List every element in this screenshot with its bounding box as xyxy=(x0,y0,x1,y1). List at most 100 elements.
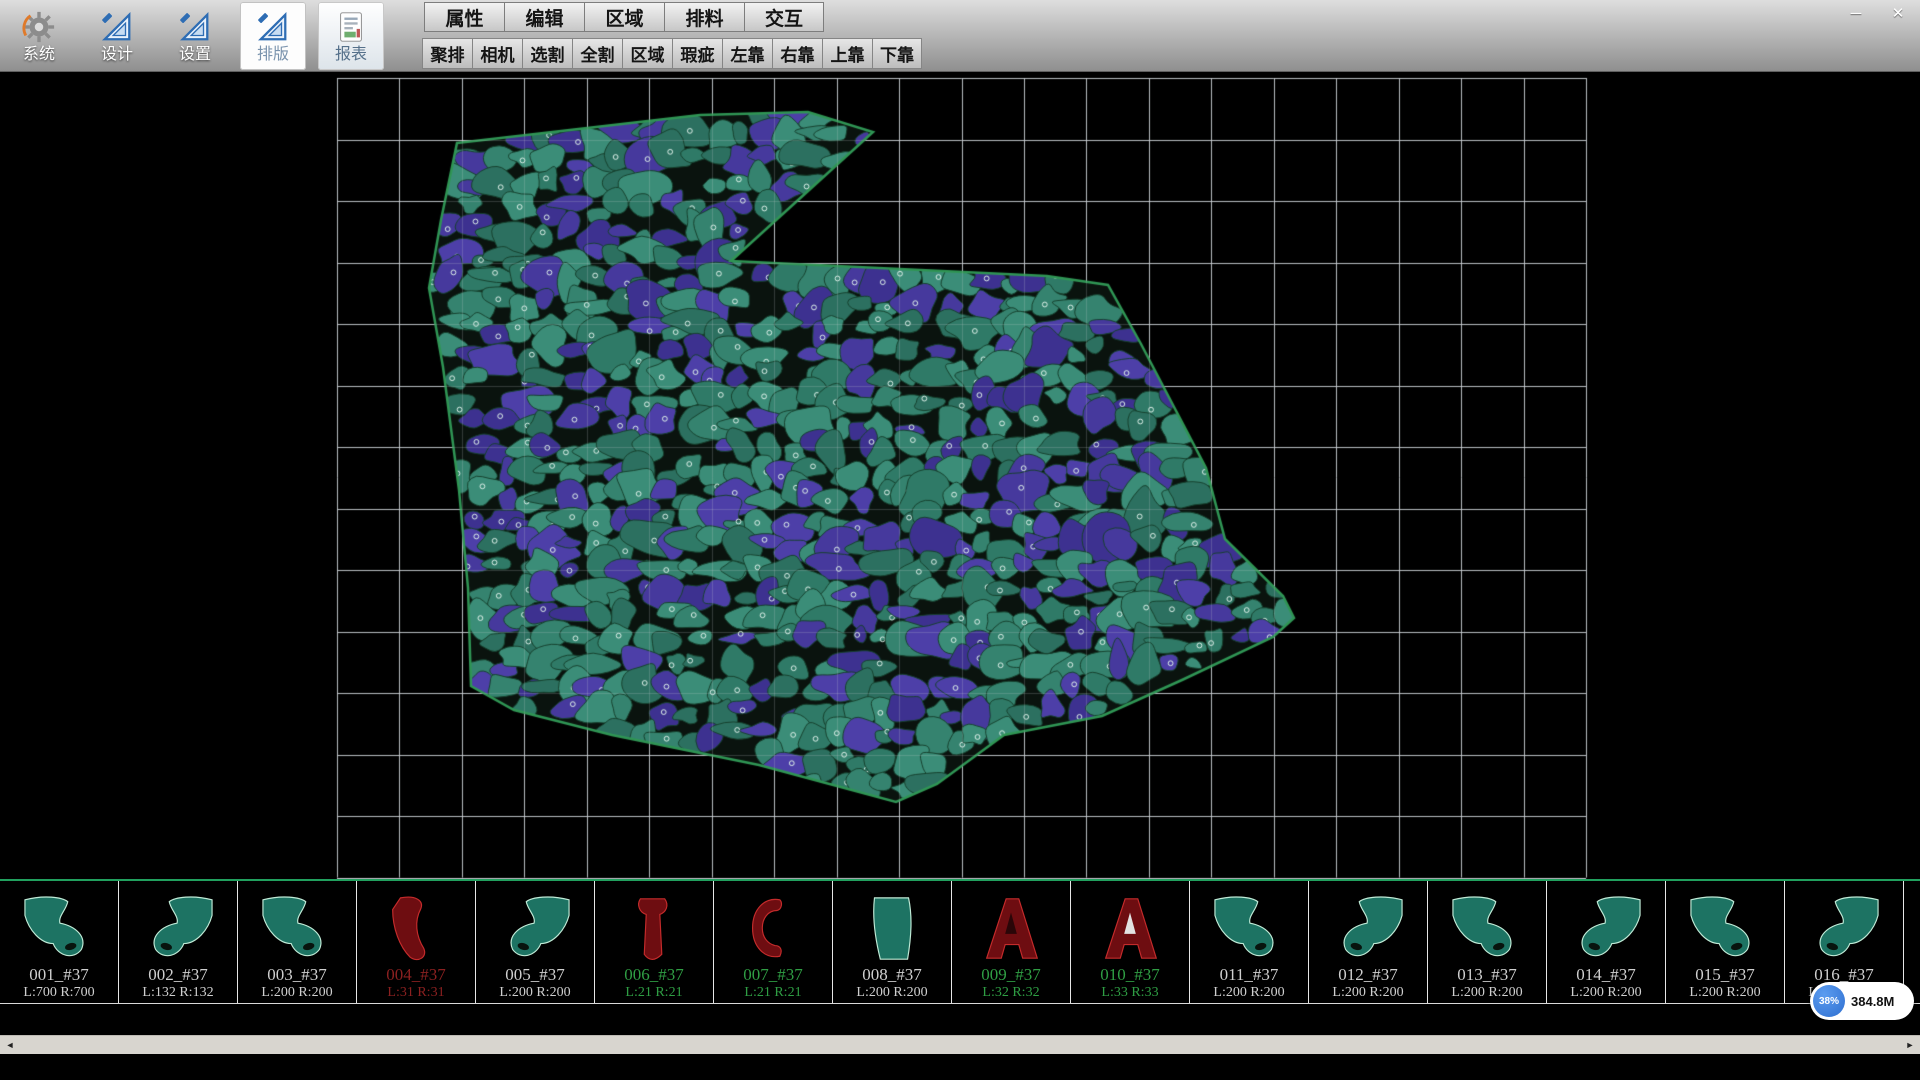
nav-system-label: 系统 xyxy=(23,46,55,63)
menu-item[interactable]: 编辑 xyxy=(504,2,584,32)
nav-system[interactable]: 系统 xyxy=(6,2,72,70)
part-lr-count: L:200 R:200 xyxy=(1570,985,1641,1001)
part-name: 015_#37 xyxy=(1695,965,1755,985)
part-lr-count: L:33 R:33 xyxy=(1101,985,1158,1001)
tool-item[interactable]: 区域 xyxy=(622,38,672,69)
part-shape xyxy=(723,893,823,965)
memory-value: 384.8M xyxy=(1851,994,1894,1009)
nav-report-label: 报表 xyxy=(335,46,367,63)
memory-meter: 38% 384.8M xyxy=(1810,982,1914,1020)
part-name: 002_#37 xyxy=(148,965,208,985)
part-thumbnail[interactable]: 005_#37 L:200 R:200 xyxy=(476,881,595,1003)
part-name: 014_#37 xyxy=(1576,965,1636,985)
part-shape xyxy=(485,893,585,965)
tool-item[interactable]: 上靠 xyxy=(822,38,872,69)
part-lr-count: L:200 R:200 xyxy=(1689,985,1760,1001)
part-lr-count: L:700 R:700 xyxy=(23,985,94,1001)
part-thumbnail[interactable]: 007_#37 L:21 R:21 xyxy=(714,881,833,1003)
part-thumbnail[interactable]: 006_#37 L:21 R:21 xyxy=(595,881,714,1003)
part-thumbnail[interactable]: 015_#37 L:200 R:200 xyxy=(1666,881,1785,1003)
part-thumbnail[interactable]: 008_#37 L:200 R:200 xyxy=(833,881,952,1003)
part-lr-count: L:31 R:31 xyxy=(387,985,444,1001)
part-thumbnail[interactable]: 010_#37 L:33 R:33 xyxy=(1071,881,1190,1003)
nav-nesting-label: 排版 xyxy=(257,46,289,63)
part-thumbnail[interactable]: 004_#37 L:31 R:31 xyxy=(357,881,476,1003)
menu-item[interactable]: 交互 xyxy=(744,2,824,32)
set-square-icon xyxy=(256,10,290,44)
part-name: 013_#37 xyxy=(1457,965,1517,985)
nav-settings[interactable]: 设置 xyxy=(162,2,228,70)
minimize-button[interactable]: ─ xyxy=(1844,3,1868,23)
tool-item[interactable]: 瑕疵 xyxy=(672,38,722,69)
part-shape xyxy=(247,893,347,965)
report-icon xyxy=(334,10,368,44)
part-name: 001_#37 xyxy=(29,965,89,985)
nav-design[interactable]: 设计 xyxy=(84,2,150,70)
close-button[interactable]: ✕ xyxy=(1886,3,1910,23)
part-lr-count: L:21 R:21 xyxy=(744,985,801,1001)
nav-report[interactable]: 报表 xyxy=(318,2,384,70)
part-thumbnail[interactable]: 003_#37 L:200 R:200 xyxy=(238,881,357,1003)
nesting-canvas[interactable] xyxy=(0,72,1920,879)
nav-settings-label: 设置 xyxy=(179,46,211,63)
part-name: 009_#37 xyxy=(981,965,1041,985)
part-shape xyxy=(961,893,1061,965)
nav-nesting[interactable]: 排版 xyxy=(240,2,306,70)
progress-ring: 38% xyxy=(1813,985,1845,1017)
part-lr-count: L:200 R:200 xyxy=(856,985,927,1001)
part-shape xyxy=(1437,893,1537,965)
part-shape xyxy=(1080,893,1180,965)
part-shape xyxy=(9,893,109,965)
part-thumbnail[interactable]: 013_#37 L:200 R:200 xyxy=(1428,881,1547,1003)
part-shape xyxy=(366,893,466,965)
part-thumbnail[interactable]: 002_#37 L:132 R:132 xyxy=(119,881,238,1003)
part-lr-count: L:200 R:200 xyxy=(499,985,570,1001)
part-lr-count: L:200 R:200 xyxy=(261,985,332,1001)
part-shape xyxy=(842,893,942,965)
part-shape xyxy=(1318,893,1418,965)
tool-item[interactable]: 左靠 xyxy=(722,38,772,69)
tool-item[interactable]: 下靠 xyxy=(872,38,922,69)
part-shape xyxy=(1199,893,1299,965)
menu-item[interactable]: 区域 xyxy=(584,2,664,32)
horizontal-scrollbar[interactable]: ◄ ► xyxy=(0,1035,1920,1054)
main-nav: 系统 设计 设置 排版 报表 xyxy=(6,0,396,72)
part-thumbnail[interactable]: 009_#37 L:32 R:32 xyxy=(952,881,1071,1003)
part-name: 011_#37 xyxy=(1220,965,1279,985)
part-name: 006_#37 xyxy=(624,965,684,985)
menu-bar: 属性 编辑 区域 排料 交互 xyxy=(424,2,824,32)
part-shape xyxy=(604,893,704,965)
part-name: 010_#37 xyxy=(1100,965,1160,985)
nav-design-label: 设计 xyxy=(101,46,133,63)
part-thumbnail[interactable]: 014_#37 L:200 R:200 xyxy=(1547,881,1666,1003)
scroll-right-icon[interactable]: ► xyxy=(1900,1036,1920,1055)
tool-item[interactable]: 聚排 xyxy=(422,38,472,69)
tool-item[interactable]: 右靠 xyxy=(772,38,822,69)
part-thumbnail[interactable]: 001_#37 L:700 R:700 xyxy=(0,881,119,1003)
part-name: 005_#37 xyxy=(505,965,565,985)
tool-item[interactable]: 全割 xyxy=(572,38,622,69)
set-square-icon xyxy=(178,10,212,44)
tool-item[interactable]: 相机 xyxy=(472,38,522,69)
part-lr-count: L:132 R:132 xyxy=(142,985,213,1001)
parts-strip: 001_#37 L:700 R:700 002_#37 L:132 R:132 … xyxy=(0,879,1920,1004)
part-shape xyxy=(1794,893,1894,965)
part-lr-count: L:32 R:32 xyxy=(982,985,1039,1001)
scroll-left-icon[interactable]: ◄ xyxy=(0,1036,20,1055)
part-shape xyxy=(1675,893,1775,965)
menu-item[interactable]: 属性 xyxy=(424,2,504,32)
part-name: 008_#37 xyxy=(862,965,922,985)
part-lr-count: L:21 R:21 xyxy=(625,985,682,1001)
window-controls: ─ ✕ xyxy=(1844,3,1910,23)
part-name: 012_#37 xyxy=(1338,965,1398,985)
menu-item[interactable]: 排料 xyxy=(664,2,744,32)
part-lr-count: L:200 R:200 xyxy=(1332,985,1403,1001)
gear-icon xyxy=(22,10,56,44)
part-thumbnail[interactable]: 011_#37 L:200 R:200 xyxy=(1190,881,1309,1003)
part-lr-count: L:200 R:200 xyxy=(1213,985,1284,1001)
part-name: 004_#37 xyxy=(386,965,446,985)
tool-item[interactable]: 选割 xyxy=(522,38,572,69)
part-shape xyxy=(128,893,228,965)
set-square-icon xyxy=(100,10,134,44)
part-thumbnail[interactable]: 012_#37 L:200 R:200 xyxy=(1309,881,1428,1003)
